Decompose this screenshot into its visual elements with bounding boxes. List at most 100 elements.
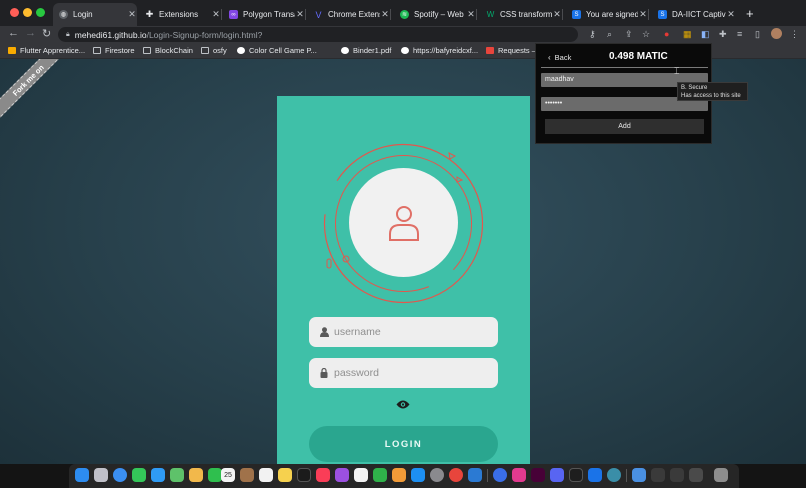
extension-grid-icon[interactable]: ▦ <box>683 29 692 40</box>
downloads-folder-icon[interactable] <box>632 468 646 482</box>
zoom-icon[interactable]: ⌕ <box>607 29 612 40</box>
bookmark-item[interactable]: Firestore <box>93 46 135 55</box>
extension-tooltip: B. Secure Has access to this site <box>677 82 748 101</box>
vscode-icon[interactable] <box>468 468 482 482</box>
safari-icon[interactable] <box>113 468 127 482</box>
pages-icon[interactable] <box>392 468 406 482</box>
reminders-icon[interactable] <box>259 468 273 482</box>
profile-avatar-icon[interactable] <box>771 28 782 39</box>
recent-app-icon[interactable] <box>493 468 507 482</box>
divider <box>541 67 708 68</box>
close-tab-icon[interactable]: ✕ <box>466 9 476 20</box>
messages-icon[interactable] <box>132 468 146 482</box>
bookmark-label: Firestore <box>105 46 135 55</box>
notes-icon[interactable] <box>278 468 292 482</box>
chrome-icon[interactable] <box>449 468 463 482</box>
minimize-window-button[interactable] <box>23 8 32 17</box>
bookmark-item[interactable]: https://bafyreidcxf... <box>401 46 478 55</box>
tab-polygon[interactable]: ∞ Polygon Transa ✕ <box>223 3 306 26</box>
photos-icon[interactable] <box>189 468 203 482</box>
more-menu-icon[interactable]: ⋮ <box>790 29 799 40</box>
window-preview-icon[interactable] <box>689 468 703 482</box>
bookmark-item[interactable]: Requests – <box>486 46 536 55</box>
recent-app-icon[interactable] <box>512 468 526 482</box>
fork-me-ribbon[interactable]: Fork me on <box>0 59 69 121</box>
window-preview-icon[interactable] <box>670 468 684 482</box>
trash-icon[interactable] <box>714 468 728 482</box>
tab-login[interactable]: ◍ Login ✕ <box>53 3 137 26</box>
postman-icon <box>486 47 494 54</box>
extension-active-icon[interactable]: ◧ <box>701 29 710 40</box>
bookmark-item[interactable]: Color Cell Game P... <box>237 46 317 55</box>
maximize-window-button[interactable] <box>36 8 45 17</box>
address-bar[interactable]: 🔒︎ mehedi61.github.io/Login-Signup-form/… <box>58 27 578 42</box>
maps-icon[interactable] <box>170 468 184 482</box>
mail-icon[interactable] <box>151 468 165 482</box>
xd-icon[interactable] <box>531 468 545 482</box>
tab-css-transform[interactable]: W CSS transform ✕ <box>480 3 563 26</box>
dock: 25 <box>69 464 739 488</box>
text-cursor-icon: ⌶ <box>674 66 680 76</box>
close-tab-icon[interactable]: ✕ <box>380 9 390 20</box>
bookmark-star-icon[interactable]: ☆ <box>642 29 650 40</box>
forward-arrow-icon[interactable]: → <box>25 27 36 39</box>
close-tab-icon[interactable]: ✕ <box>638 9 648 20</box>
spotify-icon: ≋ <box>400 10 409 19</box>
eye-icon[interactable] <box>396 400 410 409</box>
bookmark-item[interactable]: Binder1.pdf <box>341 46 391 55</box>
bookmark-label: Color Cell Game P... <box>249 46 317 55</box>
add-button[interactable]: Add <box>545 119 704 134</box>
extensions-puzzle-icon[interactable]: ✚ <box>719 29 727 40</box>
back-arrow-icon[interactable]: ← <box>8 27 19 39</box>
reading-list-icon[interactable]: ≡ <box>737 29 742 39</box>
notes-brown-icon[interactable] <box>240 468 254 482</box>
password-input[interactable] <box>334 367 484 379</box>
bookmark-item[interactable]: Flutter Apprentice... <box>8 46 85 55</box>
close-tab-icon[interactable]: ✕ <box>552 9 562 20</box>
skype-icon[interactable] <box>588 468 602 482</box>
numbers-icon[interactable] <box>373 468 387 482</box>
password-field[interactable] <box>309 358 498 388</box>
username-input[interactable] <box>334 326 484 338</box>
discord-icon[interactable] <box>550 468 564 482</box>
music-icon[interactable] <box>316 468 330 482</box>
close-tab-icon[interactable]: ✕ <box>211 9 221 20</box>
tab-chrome-extension[interactable]: V Chrome Extens ✕ <box>308 3 391 26</box>
reload-icon[interactable]: ↻ <box>42 27 51 40</box>
close-tab-icon[interactable]: ✕ <box>295 9 305 20</box>
recent-app-icon[interactable] <box>607 468 621 482</box>
key-icon[interactable]: ⚷ <box>589 29 596 40</box>
back-button[interactable]: ‹ Back <box>548 53 571 62</box>
bookmark-item[interactable]: BlockChain <box>143 46 193 55</box>
login-button[interactable]: LOGIN <box>309 426 498 462</box>
bookmark-label: BlockChain <box>155 46 193 55</box>
calendar-icon[interactable]: 25 <box>221 468 235 482</box>
tooltip-text: Has access to this site <box>681 92 741 99</box>
puzzle-icon: ✚ <box>145 9 154 19</box>
tv-icon[interactable] <box>297 468 311 482</box>
extension-red-icon[interactable]: ● <box>664 29 669 39</box>
new-tab-button[interactable]: + <box>746 6 754 21</box>
username-field[interactable] <box>309 317 498 347</box>
dock-separator <box>487 469 488 482</box>
tab-extensions[interactable]: ✚ Extensions ✕ <box>139 3 222 26</box>
terminal-icon[interactable] <box>569 468 583 482</box>
news-icon[interactable] <box>354 468 368 482</box>
close-tab-icon[interactable]: ✕ <box>127 9 137 20</box>
tab-spotify[interactable]: ≋ Spotify – Web P ✕ <box>394 3 477 26</box>
globe-icon <box>341 47 349 54</box>
bookmark-item[interactable]: osfy <box>201 46 227 55</box>
side-panel-icon[interactable]: ▯ <box>755 29 760 40</box>
launchpad-icon[interactable] <box>94 468 108 482</box>
close-window-button[interactable] <box>10 8 19 17</box>
app-store-icon[interactable] <box>411 468 425 482</box>
close-tab-icon[interactable]: ✕ <box>726 9 736 20</box>
settings-icon[interactable] <box>430 468 444 482</box>
share-icon[interactable]: ⇪ <box>625 29 633 40</box>
tab-signed-in[interactable]: S You are signed ✕ <box>566 3 649 26</box>
facetime-icon[interactable] <box>208 468 222 482</box>
finder-icon[interactable] <box>75 468 89 482</box>
window-preview-icon[interactable] <box>651 468 665 482</box>
tab-captive[interactable]: S DA-IICT Captiv ✕ <box>652 3 736 26</box>
podcasts-icon[interactable] <box>335 468 349 482</box>
